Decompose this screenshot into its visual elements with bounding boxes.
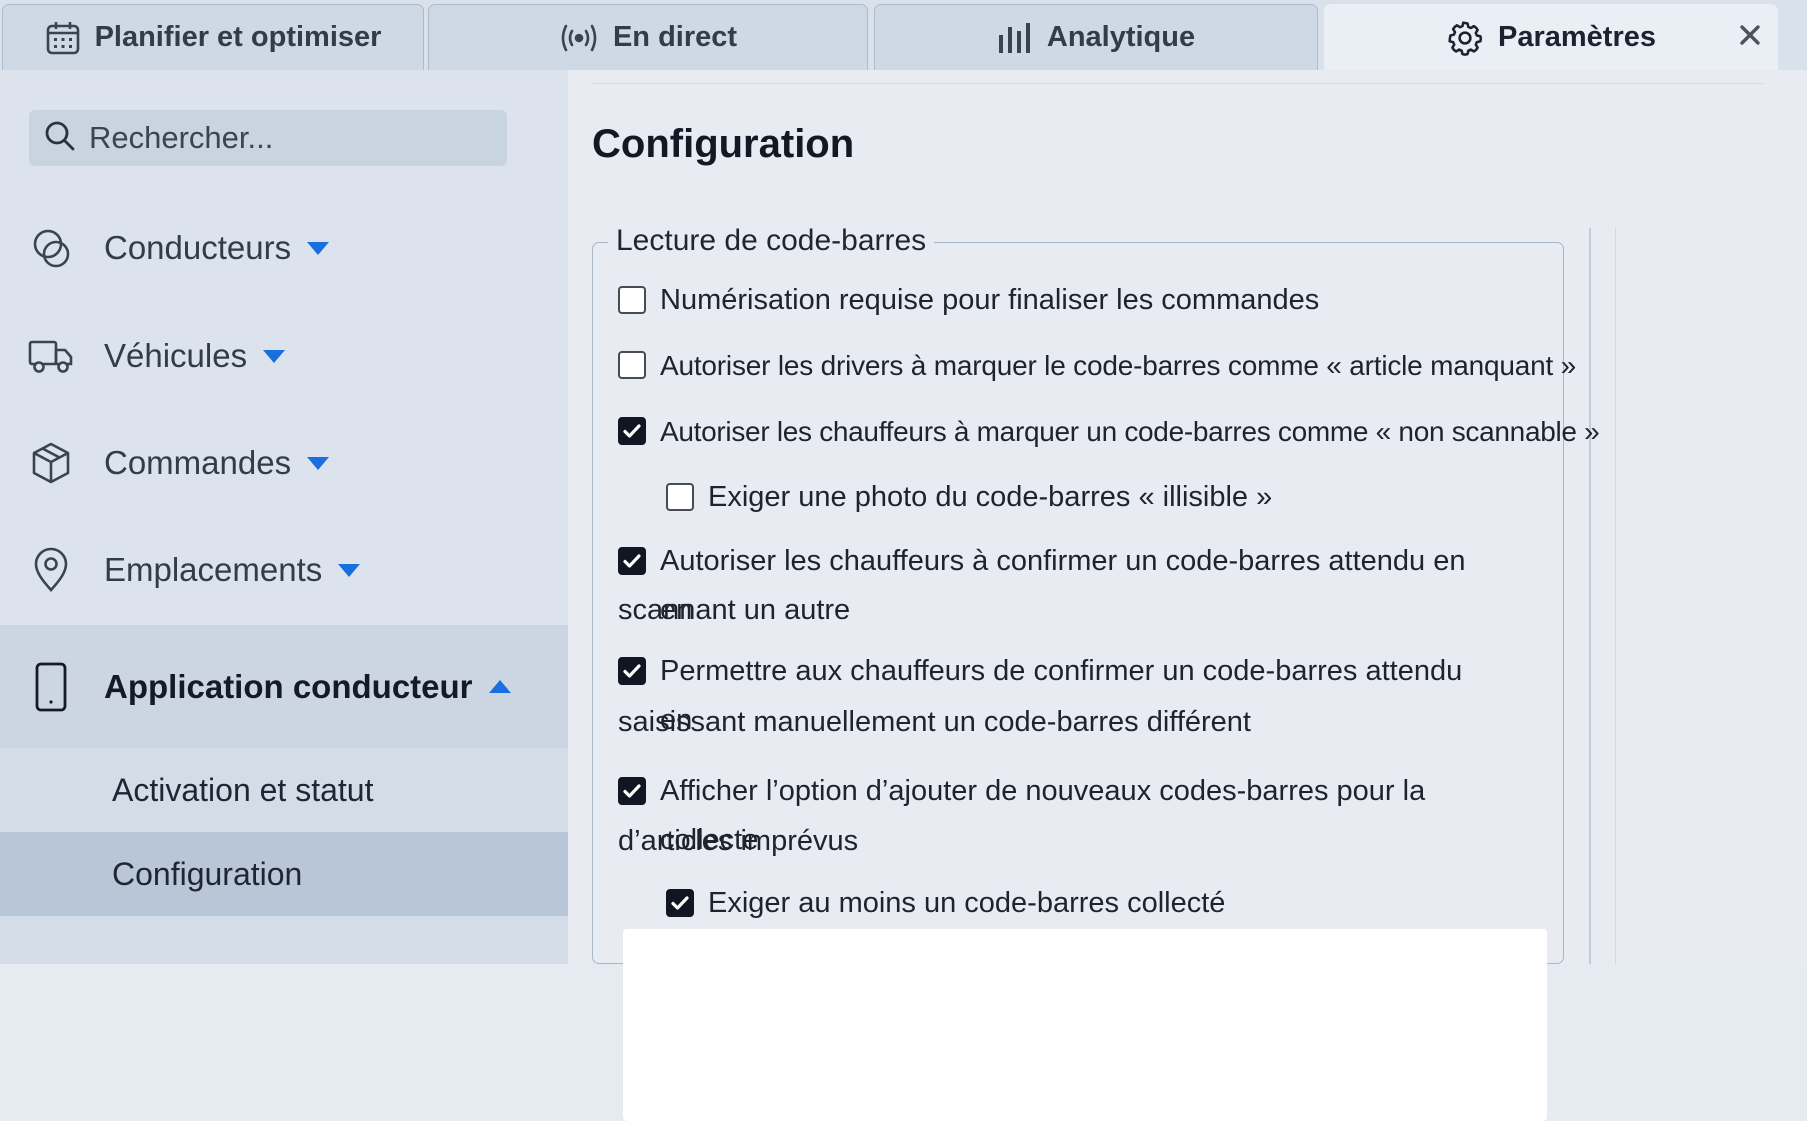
option-label: Autoriser les chauffeurs à marquer un co… bbox=[660, 416, 1600, 447]
chevron-down-icon bbox=[263, 349, 286, 363]
option-label-continuation: scannant un autre bbox=[618, 594, 851, 626]
checkbox[interactable] bbox=[618, 777, 646, 805]
tab-label: En direct bbox=[612, 21, 738, 53]
highlighted-option-group bbox=[623, 929, 1547, 1121]
sidebar-item-vehicules[interactable]: Véhicules bbox=[0, 316, 568, 396]
option-mark-unscannable[interactable]: Autoriser les chauffeurs à marquer un co… bbox=[618, 407, 1600, 456]
checkbox[interactable] bbox=[618, 417, 646, 445]
checkmark-icon bbox=[623, 784, 641, 798]
option-label-continuation: d’articles imprévus bbox=[618, 825, 859, 857]
option-scan-required[interactable]: Numérisation requise pour finaliser les … bbox=[618, 276, 1319, 325]
sidebar-item-label: Conducteurs bbox=[104, 229, 292, 266]
option-label: Numérisation requise pour finaliser les … bbox=[660, 284, 1320, 316]
sidebar-item-label: Véhicules bbox=[104, 337, 248, 374]
chevron-down-icon bbox=[307, 456, 330, 470]
tab-parametres[interactable]: Paramètres bbox=[1324, 4, 1778, 70]
tab-label: Planifier et optimiser bbox=[94, 21, 382, 53]
divider bbox=[1615, 228, 1616, 964]
sidebar-item-commandes[interactable]: Commandes bbox=[0, 423, 568, 503]
option-require-photo[interactable]: Exiger une photo du code-barres « illisi… bbox=[666, 473, 1272, 522]
sidebar-item-label: Emplacements bbox=[104, 551, 323, 588]
checkbox[interactable] bbox=[666, 483, 694, 511]
chevron-down-icon bbox=[307, 241, 330, 255]
sidebar-subitem-label: Configuration bbox=[112, 855, 303, 892]
search-icon bbox=[43, 119, 77, 158]
option-label: Autoriser les drivers à marquer le code-… bbox=[660, 350, 1577, 381]
close-button[interactable] bbox=[1727, 14, 1773, 60]
divider bbox=[593, 83, 1763, 84]
broadcast-icon bbox=[559, 22, 599, 54]
checkbox[interactable] bbox=[618, 657, 646, 685]
bar-chart-icon bbox=[997, 22, 1033, 53]
checkbox[interactable] bbox=[618, 286, 646, 314]
sidebar-item-label: Commandes bbox=[104, 444, 292, 481]
submenu: Activation et statut Configuration bbox=[0, 748, 568, 964]
option-label-line2: scannant un autre bbox=[618, 586, 850, 635]
sidebar-item-application-conducteur[interactable]: Application conducteur bbox=[0, 625, 568, 748]
chevron-up-icon bbox=[488, 680, 511, 693]
calendar-icon bbox=[45, 20, 81, 56]
search-input[interactable]: Rechercher... bbox=[29, 110, 507, 166]
option-label: Exiger au moins un code-barres collecté bbox=[708, 887, 1226, 919]
scrollbar-track[interactable] bbox=[1589, 228, 1591, 964]
chevron-down-icon bbox=[338, 563, 361, 577]
sidebar-subitem-configuration[interactable]: Configuration bbox=[0, 832, 568, 916]
sidebar-item-conducteurs[interactable]: Conducteurs bbox=[0, 208, 568, 288]
option-label-line2: saisissant manuellement un code-barres d… bbox=[618, 698, 1251, 747]
option-mark-missing[interactable]: Autoriser les drivers à marquer le code-… bbox=[618, 341, 1576, 390]
sidebar-subitem-activation[interactable]: Activation et statut bbox=[0, 748, 568, 832]
sidebar: Rechercher... Conducteurs Véhicules Comm… bbox=[0, 70, 568, 964]
sidebar-item-label: Application conducteur bbox=[104, 667, 473, 705]
checkbox[interactable] bbox=[618, 351, 646, 379]
checkbox[interactable] bbox=[618, 547, 646, 575]
checkmark-icon bbox=[623, 554, 641, 568]
drivers-icon bbox=[28, 225, 74, 271]
tab-label: Analytique bbox=[1046, 21, 1196, 53]
page-title: Configuration bbox=[592, 122, 855, 166]
location-pin-icon bbox=[28, 547, 74, 593]
checkbox[interactable] bbox=[666, 889, 694, 917]
sidebar-item-emplacements[interactable]: Emplacements bbox=[0, 530, 568, 610]
option-label: Exiger une photo du code-barres « illisi… bbox=[708, 481, 1273, 513]
option-require-one-collected[interactable]: Exiger au moins un code-barres collecté bbox=[666, 879, 1225, 928]
tab-analytique[interactable]: Analytique bbox=[874, 4, 1318, 70]
tab-en-direct[interactable]: En direct bbox=[428, 4, 868, 70]
tab-bar: Planifier et optimiser En direct Analyti… bbox=[0, 0, 1807, 70]
option-label-continuation: saisissant manuellement un code-barres d… bbox=[618, 706, 1251, 738]
search-placeholder: Rechercher... bbox=[89, 120, 274, 155]
phone-icon bbox=[28, 662, 74, 711]
tab-label: Paramètres bbox=[1498, 21, 1656, 53]
main-content: Configuration Lecture de code-barres Num… bbox=[568, 70, 1807, 1121]
truck-icon bbox=[28, 333, 74, 379]
section-title: Lecture de code-barres bbox=[608, 224, 935, 258]
package-icon bbox=[28, 440, 74, 486]
sidebar-subitem-label: Activation et statut bbox=[112, 771, 374, 808]
tab-planifier[interactable]: Planifier et optimiser bbox=[2, 4, 424, 70]
checkmark-icon bbox=[623, 424, 641, 438]
gear-icon bbox=[1446, 19, 1484, 57]
checkmark-icon bbox=[671, 896, 689, 910]
close-icon bbox=[1738, 23, 1762, 52]
checkmark-icon bbox=[623, 664, 641, 678]
option-label-line2: d’articles imprévus bbox=[618, 817, 858, 866]
